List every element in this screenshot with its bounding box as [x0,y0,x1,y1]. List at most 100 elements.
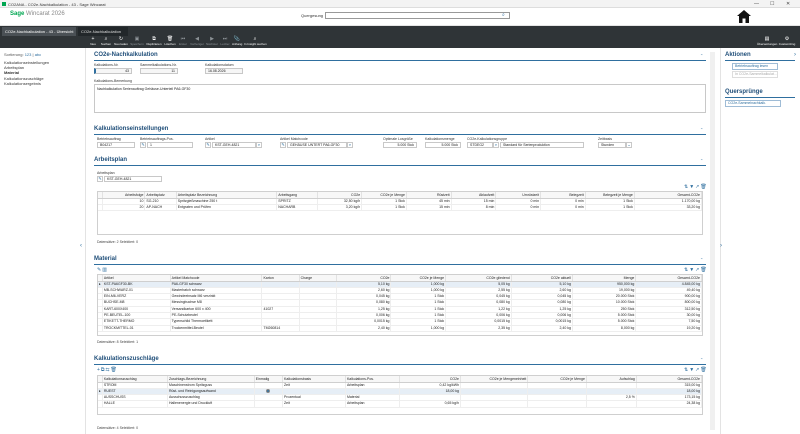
artikel-edit-icon[interactable]: ✎ [205,142,211,148]
plan-field[interactable]: KST-GEH-4821 [104,176,162,182]
toolbar-label: Letzter [220,42,230,46]
table-cell: 19,20 kg [635,325,702,332]
page-title: CO2e-Nachkalkulation [94,52,158,58]
matchcode-field[interactable]: GEHÄUSE UNTERT PA6-GF30 [287,142,347,148]
toolbar-button-5[interactable]: 🗑 Löschen [164,37,176,47]
sammel-field[interactable]: 11 [140,68,178,74]
minimize-button[interactable]: — [754,1,759,7]
table-row[interactable]: 20 AP-NACH Entgraten und Prüfen NACHARB 3,20… [98,204,703,212]
app-icon [2,2,6,6]
title-divider [94,60,706,61]
einmalig-radio[interactable] [266,388,271,393]
table-cell [586,400,637,408]
home-icon[interactable] [737,10,751,23]
logo-sage-text: Sage [10,11,25,17]
collapse-settings-icon[interactable]: ⌃ [700,127,703,132]
maximize-button[interactable]: ☐ [770,1,774,7]
toolbar-button-2[interactable]: ↻ Neu laden [114,37,128,47]
delete-icon[interactable]: 🗑 [700,267,707,273]
toolbar-button-1[interactable]: ⌕ Suchen [100,37,112,47]
toolbar-right-button-1[interactable]: ⚙ Customizing [777,37,797,47]
zeitbasis-field[interactable]: Stunden [598,142,626,148]
clear-icon[interactable]: ▥ [102,267,108,273]
delete-icon[interactable]: 🗑 [111,367,118,373]
zeitbasis-dropdown-icon[interactable]: ⌄ [626,142,632,148]
toolbar-label: Vorheriger [190,42,204,46]
bapos-field[interactable]: 1 [147,142,193,148]
datum-label: Kalkulationsdatum [205,63,234,67]
table-cell: 1 Stck [361,204,407,212]
toolbar-button-11[interactable]: ⌕ In Insight suchen [244,37,267,47]
artikel-search-icon[interactable]: ⌕ [256,142,262,148]
gruppe-search-icon[interactable]: ⌕ [493,142,499,148]
toolbar-label: Customizing [778,42,796,46]
toolbar-button-6[interactable]: ⏮ Erster [178,37,188,47]
material-footer: Datensätze: 8 Selektiert: 1 [97,340,139,344]
datum-field[interactable]: 16.08.2026 [205,68,243,74]
delete-icon[interactable]: 🗑 [700,184,707,190]
close-window-button[interactable]: ✕ [786,1,790,7]
table-cell: Hallenenergie und Druckluft [167,400,255,408]
remark-field[interactable]: Nachkalkulation Serienauftrag Gehäuse-Un… [94,84,706,113]
collapse-head-icon[interactable]: ⌃ [700,53,703,58]
toolbar-button-0[interactable]: + Neu [88,37,98,47]
settings-divider [94,134,706,135]
gruppe-code-field[interactable]: STDEG2 [467,142,493,148]
table-row[interactable]: HALLE Hallenenergie und Druckluft Zeit Arbe… [98,400,703,408]
delete-icon[interactable]: 🗑 [700,367,707,373]
table-cell: Zeit [282,400,346,408]
vertical-scrollbar[interactable] [710,52,715,430]
matchcode-edit-icon[interactable]: ✎ [280,142,286,148]
table-cell: 24,38 kg [636,400,703,408]
toolbar-button-4[interactable]: ⧉ Duplizieren [146,37,162,47]
losgroesse-field[interactable]: 5.000 Stck [383,142,417,148]
sammelkalkulation-button[interactable]: In CO2e-Sammelkalkulat... [732,71,778,78]
collapse-material-icon[interactable]: ⌃ [700,257,703,262]
tab-overview[interactable]: CO2e-Nachkalkulation - 43 - Übersicht [2,27,76,36]
toolbar-label: Anhang [232,42,243,46]
collapse-left-icon[interactable]: ‹ [80,243,82,249]
kalkmenge-label: Kalkulationsmenge [425,137,455,141]
ba-field[interactable]: B04217 [97,142,135,148]
sammel-label: Sammelkalkulations-Nr. [140,63,177,67]
toolbar-button-10[interactable]: 📎 Anhang [232,37,242,47]
quick-search-input[interactable] [325,12,510,19]
zuschlaege-grid-tools: ⇅▼↗🗑 [684,367,708,373]
toolbar-button-7[interactable]: ◀ Vorheriger [190,37,204,47]
sort-alpha-link[interactable]: abc [35,52,41,57]
collapse-right-icon[interactable]: › [720,243,722,249]
sidebar-item-4[interactable]: Kalkulationsergebnis [4,81,41,86]
sort-numeric-link[interactable]: 123 [25,52,32,57]
sammelnachkalk-jump-button[interactable]: CO2e-Sammelnachkalk. [725,100,781,107]
zuschlaege-grid: Kalkulationszuschlag Zuschlags-Bezeichnun… [97,375,703,415]
table-cell: 1,000 kg [390,325,447,332]
collapse-zuschlaege-icon[interactable]: ⌃ [700,357,703,362]
toolbar-button-9[interactable]: ⏭ Letzter [220,37,230,47]
spruenge-divider [725,97,795,98]
table-cell: 0,65 kg/h [399,400,461,408]
gruppe-text-field[interactable]: Standard für Serienproduktion [500,142,584,148]
toolbar-right-button-0[interactable]: ▤ Übersetzungen [757,37,777,47]
window-title-bar: CO2ANA - CO2e-Nachkalkulation - 43 - Sag… [0,0,800,8]
matchcode-search-icon[interactable]: ⌕ [347,142,353,148]
artikel-field[interactable]: KST-GEH-4821 [212,142,256,148]
table-cell: 8 min [451,204,497,212]
search-icon[interactable]: ⌕ [502,12,505,18]
collapse-arbeitsplan-icon[interactable]: ⌃ [700,158,703,163]
nr-field[interactable]: 43 [94,68,132,74]
right-panel-arrow-icon[interactable]: › [794,52,796,58]
table-row[interactable]: TROCKMITTEL-01 Trockenmittel-Beutel TM2608… [98,325,702,332]
bapos-edit-icon[interactable]: ✎ [140,142,146,148]
kalkmenge-field[interactable]: 5.000 Stck [425,142,461,148]
matchcode-label: Artikel Matchcode [280,137,308,141]
plan-edit-icon[interactable]: ✎ [97,176,103,182]
toolbar-button-8[interactable]: ▶ Nächster [206,37,218,47]
toolbar: + Neu ⌕ Suchen ↻ Neu laden ▣ Speichern ⧉ Duplizie… [0,36,800,48]
betriebsauftrag-lesen-button[interactable]: Betriebsauftrag lesen [732,63,778,70]
tab-detail[interactable]: CO2e-Nachkalkulation [78,27,128,36]
nr-label: Kalkulations-Nr. [94,63,119,67]
table-cell: 33,20 kg [634,204,703,212]
zuschlaege-footer: Datensätze: 4 Selektiert: 0 [97,426,139,430]
quick-search-label: Quergesung [301,13,324,18]
toolbar-button-3[interactable]: ▣ Speichern [130,37,144,47]
